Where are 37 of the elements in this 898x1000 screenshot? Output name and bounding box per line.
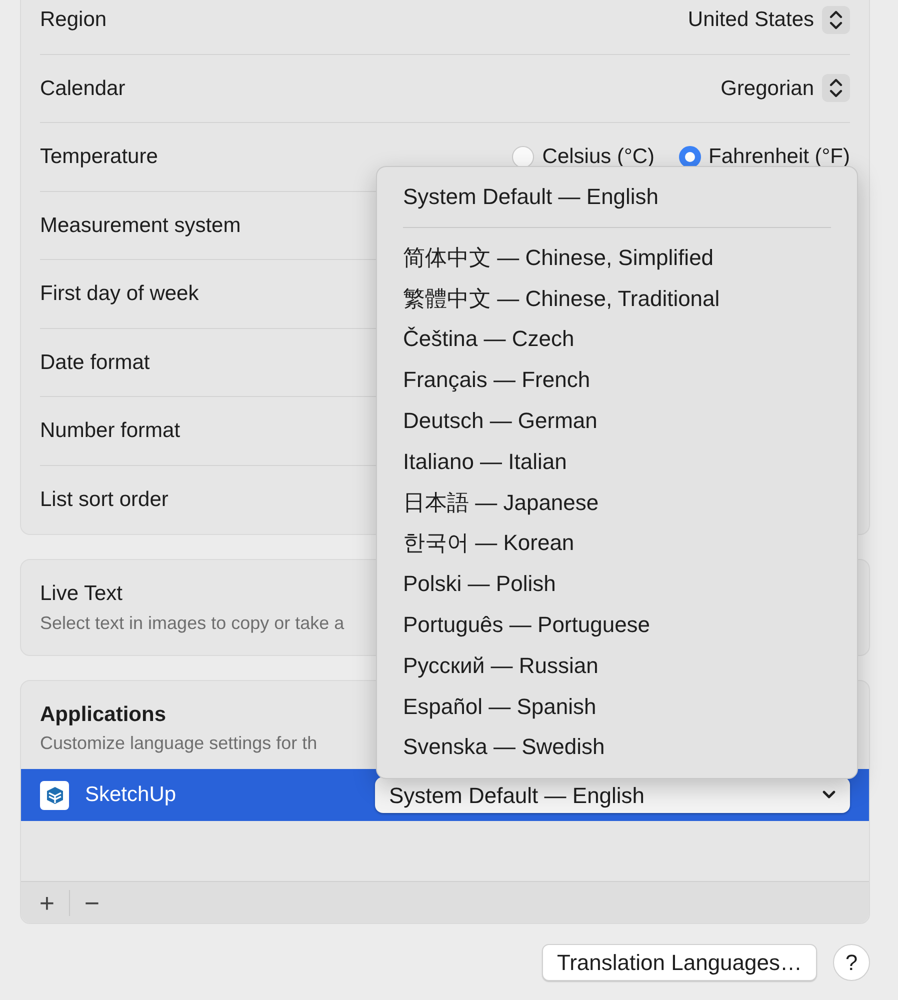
stepper-icon (822, 74, 850, 102)
setting-label: Region (40, 7, 107, 33)
setting-label: Number format (40, 418, 180, 444)
menu-item[interactable]: 日本語 — Japanese (377, 482, 857, 524)
menu-item[interactable]: Français — French (377, 360, 857, 401)
remove-button[interactable]: − (70, 890, 114, 916)
section-description: Customize language settings for th (40, 732, 318, 755)
setting-label: Date format (40, 350, 150, 376)
chevron-down-icon (822, 790, 836, 800)
setting-label: List sort order (40, 487, 168, 513)
menu-item[interactable]: Svenska — Swedish (377, 727, 857, 768)
menu-item[interactable]: 简体中文 — Chinese, Simplified (377, 238, 857, 279)
language-dropdown[interactable]: System Default — English (375, 777, 850, 813)
menu-item[interactable]: Polski — Polish (377, 564, 857, 605)
translation-languages-button[interactable]: Translation Languages… (542, 944, 817, 981)
setting-label: Temperature (40, 144, 158, 170)
setting-label: Calendar (40, 76, 126, 102)
popup-button[interactable]: United States (688, 4, 850, 36)
setting-label: First day of week (40, 281, 199, 307)
app-icon (40, 780, 69, 810)
section-title: Live Text (40, 581, 122, 607)
section-title: Applications (40, 702, 166, 728)
menu-item[interactable]: Español — Spanish (377, 686, 857, 728)
section-description: Select text in images to copy or take a (40, 612, 344, 635)
menu-item[interactable]: Čeština — Czech (377, 319, 857, 360)
add-button[interactable]: + (25, 890, 69, 916)
menu-item[interactable]: Deutsch — German (377, 400, 857, 442)
menu-item[interactable]: Italiano — Italian (377, 442, 857, 483)
popup-button[interactable]: Gregorian (720, 72, 850, 104)
menu-item[interactable]: Português — Portuguese (377, 604, 857, 646)
stepper-icon (822, 6, 850, 34)
menu-item[interactable]: 繁體中文 — Chinese, Traditional (377, 278, 857, 320)
menu-item[interactable]: 한국어 — Korean (377, 523, 857, 564)
menu-item[interactable]: Русский — Russian (377, 646, 857, 687)
setting-label: Measurement system (40, 212, 241, 238)
menu-item[interactable]: System Default — English (377, 177, 857, 218)
help-button[interactable]: ? (833, 944, 870, 981)
